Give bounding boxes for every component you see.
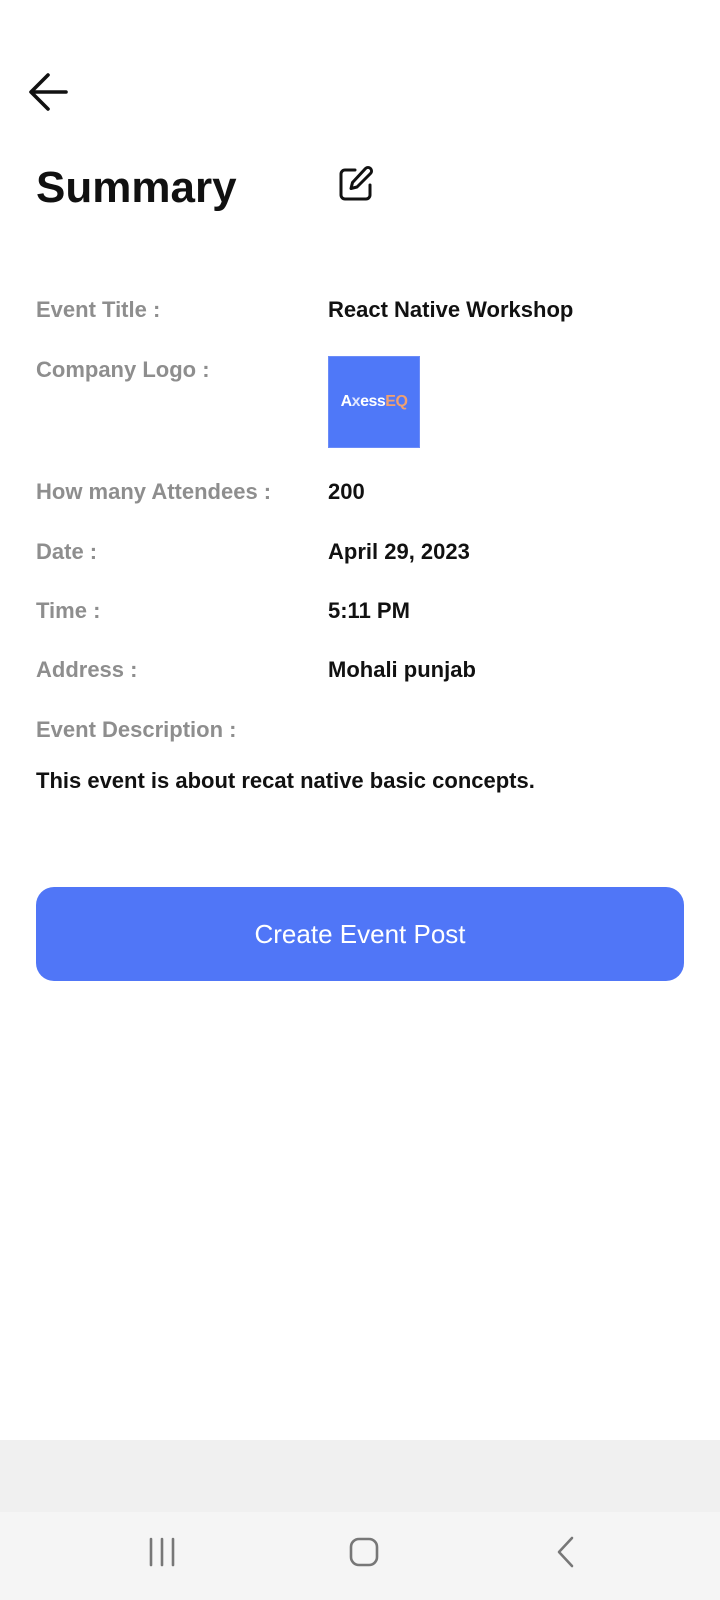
address-label: Address : [36, 657, 138, 682]
system-back-icon [554, 1535, 578, 1574]
edit-button[interactable] [334, 164, 378, 208]
company-logo-wordmark: AxessEQ [340, 393, 408, 410]
event-title-label: Event Title : [36, 297, 161, 322]
time-row: Time : 5:11 PM [36, 597, 684, 656]
date-label: Date : [36, 539, 98, 564]
date-row: Date : April 29, 2023 [36, 538, 684, 597]
system-navigation-bar [0, 1512, 720, 1600]
description-label: Event Description : [36, 717, 237, 742]
edit-icon [336, 164, 376, 209]
recents-button[interactable] [132, 1530, 192, 1578]
company-logo-label: Company Logo : [36, 357, 210, 382]
description-value: This event is about recat native basic c… [36, 768, 535, 793]
attendees-row: How many Attendees : 200 [36, 478, 684, 538]
home-icon [348, 1536, 380, 1573]
title-row: Summary [36, 160, 684, 220]
recents-icon [146, 1537, 178, 1572]
event-title-row: Event Title : React Native Workshop [36, 296, 684, 356]
company-logo-row: Company Logo : AxessEQ [36, 356, 684, 478]
system-back-button[interactable] [536, 1530, 596, 1578]
home-button[interactable] [334, 1530, 394, 1578]
address-row: Address : Mohali punjab [36, 656, 684, 716]
event-summary-details: Event Title : React Native Workshop Comp… [36, 296, 684, 796]
date-value: April 29, 2023 [328, 539, 470, 564]
time-value: 5:11 PM [328, 598, 410, 623]
company-logo-image: AxessEQ [328, 356, 420, 448]
create-event-post-button[interactable]: Create Event Post [36, 887, 684, 981]
arrow-left-icon [26, 70, 70, 119]
address-value: Mohali punjab [328, 657, 476, 682]
back-button[interactable] [24, 70, 72, 118]
description-row: Event Description : [36, 716, 684, 766]
page-title: Summary [36, 163, 237, 212]
bottom-gray-strip [0, 1440, 720, 1512]
attendees-label: How many Attendees : [36, 479, 272, 504]
time-label: Time : [36, 598, 101, 623]
attendees-value: 200 [328, 479, 365, 504]
event-title-value: React Native Workshop [328, 297, 574, 322]
